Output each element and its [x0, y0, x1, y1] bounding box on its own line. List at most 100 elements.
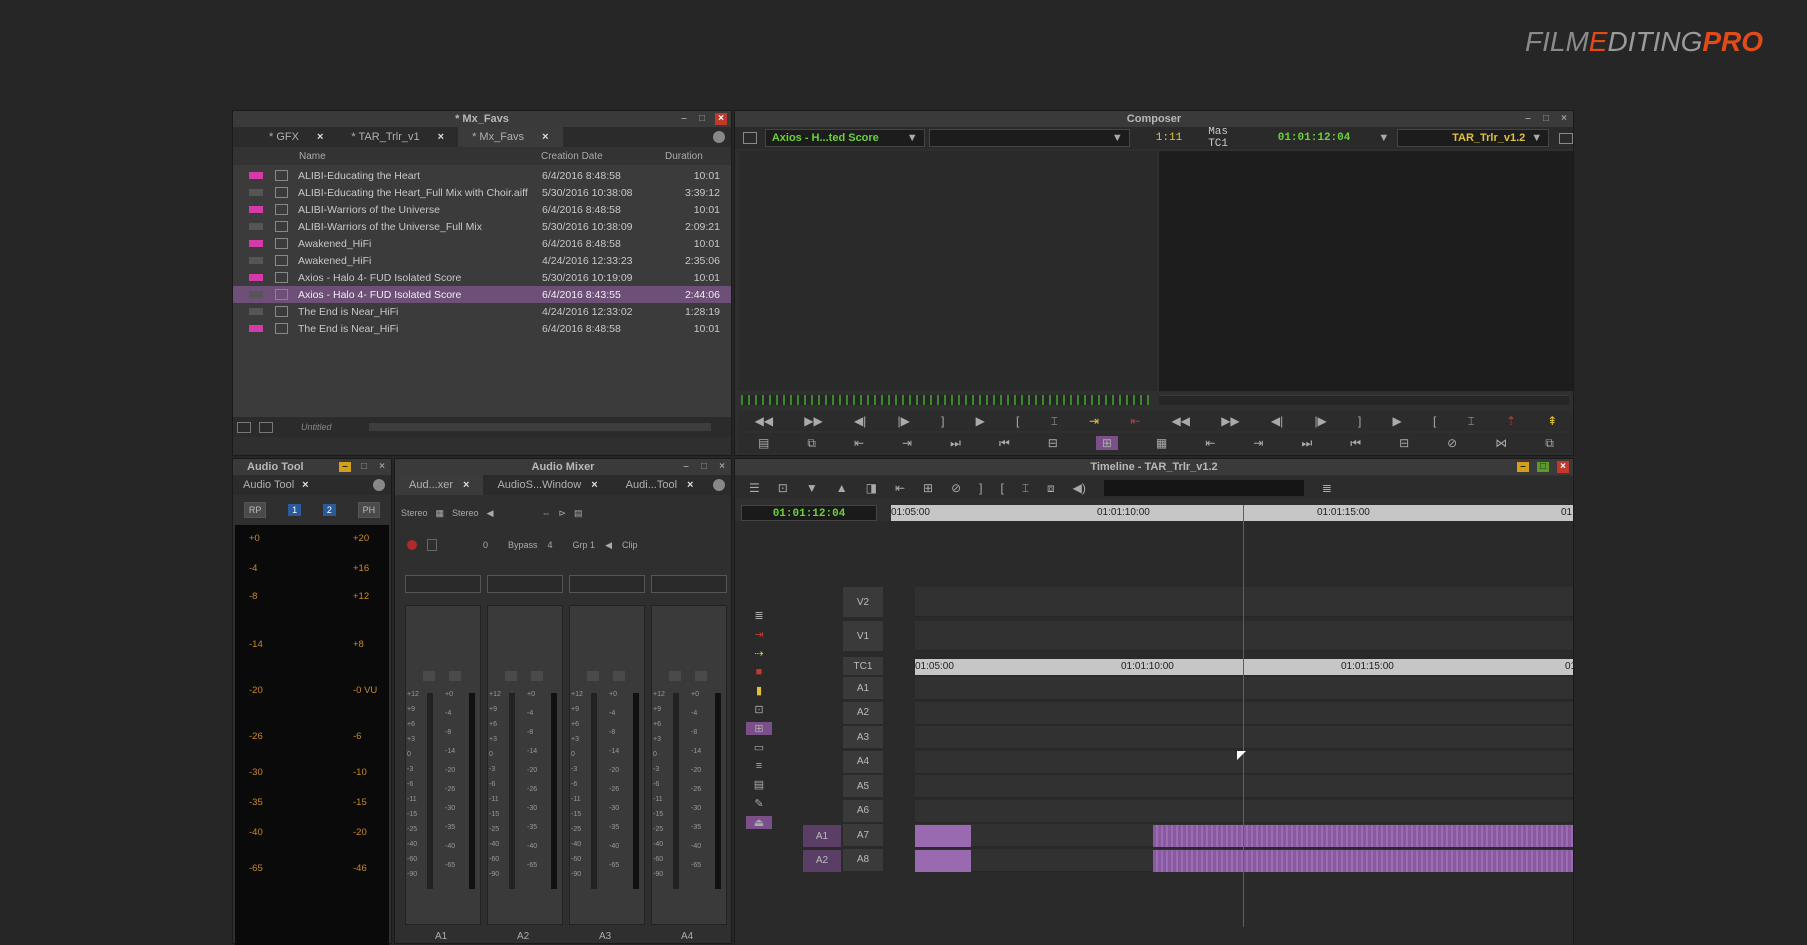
lift-icon[interactable]: ⇡ [1506, 414, 1516, 428]
chevron-down-icon[interactable]: ▼ [1378, 132, 1389, 144]
go-to-out-icon[interactable]: ⇥ [902, 436, 912, 450]
mark-in-icon[interactable]: [ [1000, 481, 1003, 495]
rp-button[interactable]: RP [243, 502, 267, 518]
go-to-in-icon[interactable]: ⇤ [854, 436, 864, 450]
tab-gfx[interactable]: * GFX × [233, 127, 337, 147]
step-forward-icon[interactable]: |▶ [1314, 414, 1326, 428]
pan-icon[interactable]: ⊳ [559, 508, 567, 519]
track-header-a2[interactable]: A2 [843, 701, 883, 724]
channel-controls[interactable] [569, 575, 645, 593]
tc-ruler[interactable]: 01:05:00 01:01:10:00 01:01:15:00 01 [915, 659, 1576, 675]
tab-audio-tool[interactable]: Audi...Tool × [612, 475, 708, 495]
record-position-bar[interactable] [1159, 395, 1569, 405]
track-lane[interactable] [915, 799, 1573, 823]
list-item[interactable]: The End is Near_HiFi 4/24/2016 12:33:02 1:… [233, 303, 731, 320]
stereo-mode-2[interactable]: Stereo [452, 508, 479, 518]
fast-forward-icon[interactable]: ▶▶ [804, 414, 822, 428]
settings-icon[interactable]: ☰ [749, 481, 760, 495]
audio-tool-menu-icon[interactable] [373, 479, 385, 491]
channel-2-button[interactable]: 2 [322, 504, 336, 516]
render-icon[interactable]: ⊘ [1447, 436, 1457, 450]
maximize-icon[interactable]: □ [1537, 462, 1549, 472]
source-track-a1[interactable]: A1 [803, 825, 841, 847]
track-header-a7[interactable]: A7 [843, 824, 883, 846]
audio-clip[interactable] [1153, 849, 1573, 872]
track-header-a8[interactable]: A8 [843, 848, 883, 871]
scrollbar[interactable] [369, 423, 711, 431]
list-item[interactable]: Axios - Halo 4- FUD Isolated Score 5/30/2… [233, 269, 731, 286]
overwrite-mode-icon[interactable]: ▭ [754, 741, 764, 754]
close-tab-icon[interactable]: × [438, 127, 444, 147]
audio-clip[interactable] [915, 825, 971, 847]
quad-split-icon[interactable]: ⊞ [1095, 436, 1118, 450]
track-header-a5[interactable]: A5 [843, 775, 883, 797]
mute-button[interactable] [695, 671, 707, 681]
source-menu-icon[interactable]: ▤ [758, 436, 769, 450]
record-monitor[interactable] [1159, 151, 1573, 391]
solo-button[interactable] [505, 671, 517, 681]
list-item[interactable]: ALIBI-Educating the Heart 6/4/2016 8:48:5… [233, 167, 731, 184]
track-header-a3[interactable]: A3 [843, 726, 883, 748]
solo-button[interactable] [423, 671, 435, 681]
audio-clip[interactable] [1153, 825, 1573, 847]
mark-clip-icon[interactable]: ⌶ [1468, 414, 1475, 429]
tab-audio-tool[interactable]: Audio Tool × [233, 475, 323, 495]
track-header-v2[interactable]: V2 [843, 587, 883, 617]
ph-button[interactable]: PH [357, 502, 381, 518]
close-icon[interactable]: × [715, 113, 727, 125]
clear-marks-icon[interactable]: ⊟ [1399, 436, 1409, 450]
mark-out-icon[interactable]: ] [979, 481, 982, 495]
tab-audiosuite-window[interactable]: AudioS...Window × [483, 475, 611, 495]
minimize-icon[interactable]: – [679, 114, 689, 124]
chevron-left-icon[interactable]: ◀ [605, 540, 612, 551]
maximize-icon[interactable]: □ [699, 462, 709, 472]
copy-icon[interactable]: ⧉ [1545, 436, 1554, 451]
track-lane[interactable] [915, 701, 1573, 725]
go-to-prev-edit-icon[interactable]: ⏮ [999, 436, 1010, 451]
channel-1-button[interactable]: 1 [288, 504, 302, 516]
clear-marks-icon[interactable]: ⊟ [1048, 436, 1058, 450]
close-icon[interactable]: × [717, 462, 727, 472]
minimize-icon[interactable]: – [1517, 462, 1529, 472]
list-item[interactable]: Awakened_HiFi 4/24/2016 12:33:23 2:35:06 [233, 252, 731, 269]
channel-controls[interactable] [405, 575, 481, 593]
bin-menu-icon[interactable] [713, 131, 725, 143]
chevron-left-icon[interactable]: ◀ [487, 508, 494, 519]
playhead-line[interactable] [1243, 505, 1244, 927]
go-to-prev-edit-icon[interactable]: ⏮ [1350, 436, 1361, 451]
render-icon[interactable]: ⊘ [951, 481, 961, 495]
maximize-icon[interactable]: □ [697, 114, 707, 124]
close-tab-icon[interactable]: × [687, 475, 693, 495]
audio-clip[interactable] [915, 849, 971, 872]
mark-in-icon[interactable]: [ [1433, 414, 1436, 428]
go-to-next-edit-icon[interactable]: ⏭ [950, 436, 961, 451]
marker-icon[interactable]: ▼ [806, 481, 818, 495]
segment-mode-icon[interactable]: ⊞ [746, 722, 772, 735]
source-monitor[interactable] [739, 151, 1157, 391]
pen-icon[interactable]: ✎ [754, 797, 763, 810]
grp-button[interactable]: Grp 1 [573, 540, 596, 550]
play-icon[interactable]: ▶ [1393, 414, 1402, 428]
extract-icon[interactable]: ⇞ [1547, 414, 1557, 428]
source-position-bar[interactable] [741, 395, 1149, 405]
fast-forward-icon[interactable]: ▶▶ [1221, 414, 1239, 428]
source-display-menu[interactable]: ▼ [928, 129, 1130, 147]
splice-icon[interactable]: ⇥ [1089, 414, 1099, 428]
mute-button[interactable] [449, 671, 461, 681]
fader-track[interactable] [427, 693, 433, 889]
mute-button[interactable] [531, 671, 543, 681]
audio-icon[interactable]: ◀) [1073, 481, 1086, 495]
top-icon[interactable]: ⊡ [778, 481, 788, 495]
close-tab-icon[interactable]: × [317, 127, 323, 147]
record-icon[interactable] [407, 540, 417, 550]
channel-controls[interactable] [651, 575, 727, 593]
trim-mode-icon[interactable]: ≡ [756, 760, 762, 772]
mark-in-icon[interactable]: [ [1016, 414, 1019, 428]
column-duration[interactable]: Duration [665, 151, 717, 162]
splice-in-icon[interactable]: ⇢ [754, 647, 763, 660]
bin-view-name[interactable]: Untitled [301, 422, 361, 432]
grid-icon[interactable]: ▦ [436, 508, 445, 519]
overwrite-icon[interactable]: ⇤ [1130, 414, 1140, 428]
list-item[interactable]: ALIBI-Educating the Heart_Full Mix with … [233, 184, 731, 201]
minimize-icon[interactable]: – [681, 462, 691, 472]
